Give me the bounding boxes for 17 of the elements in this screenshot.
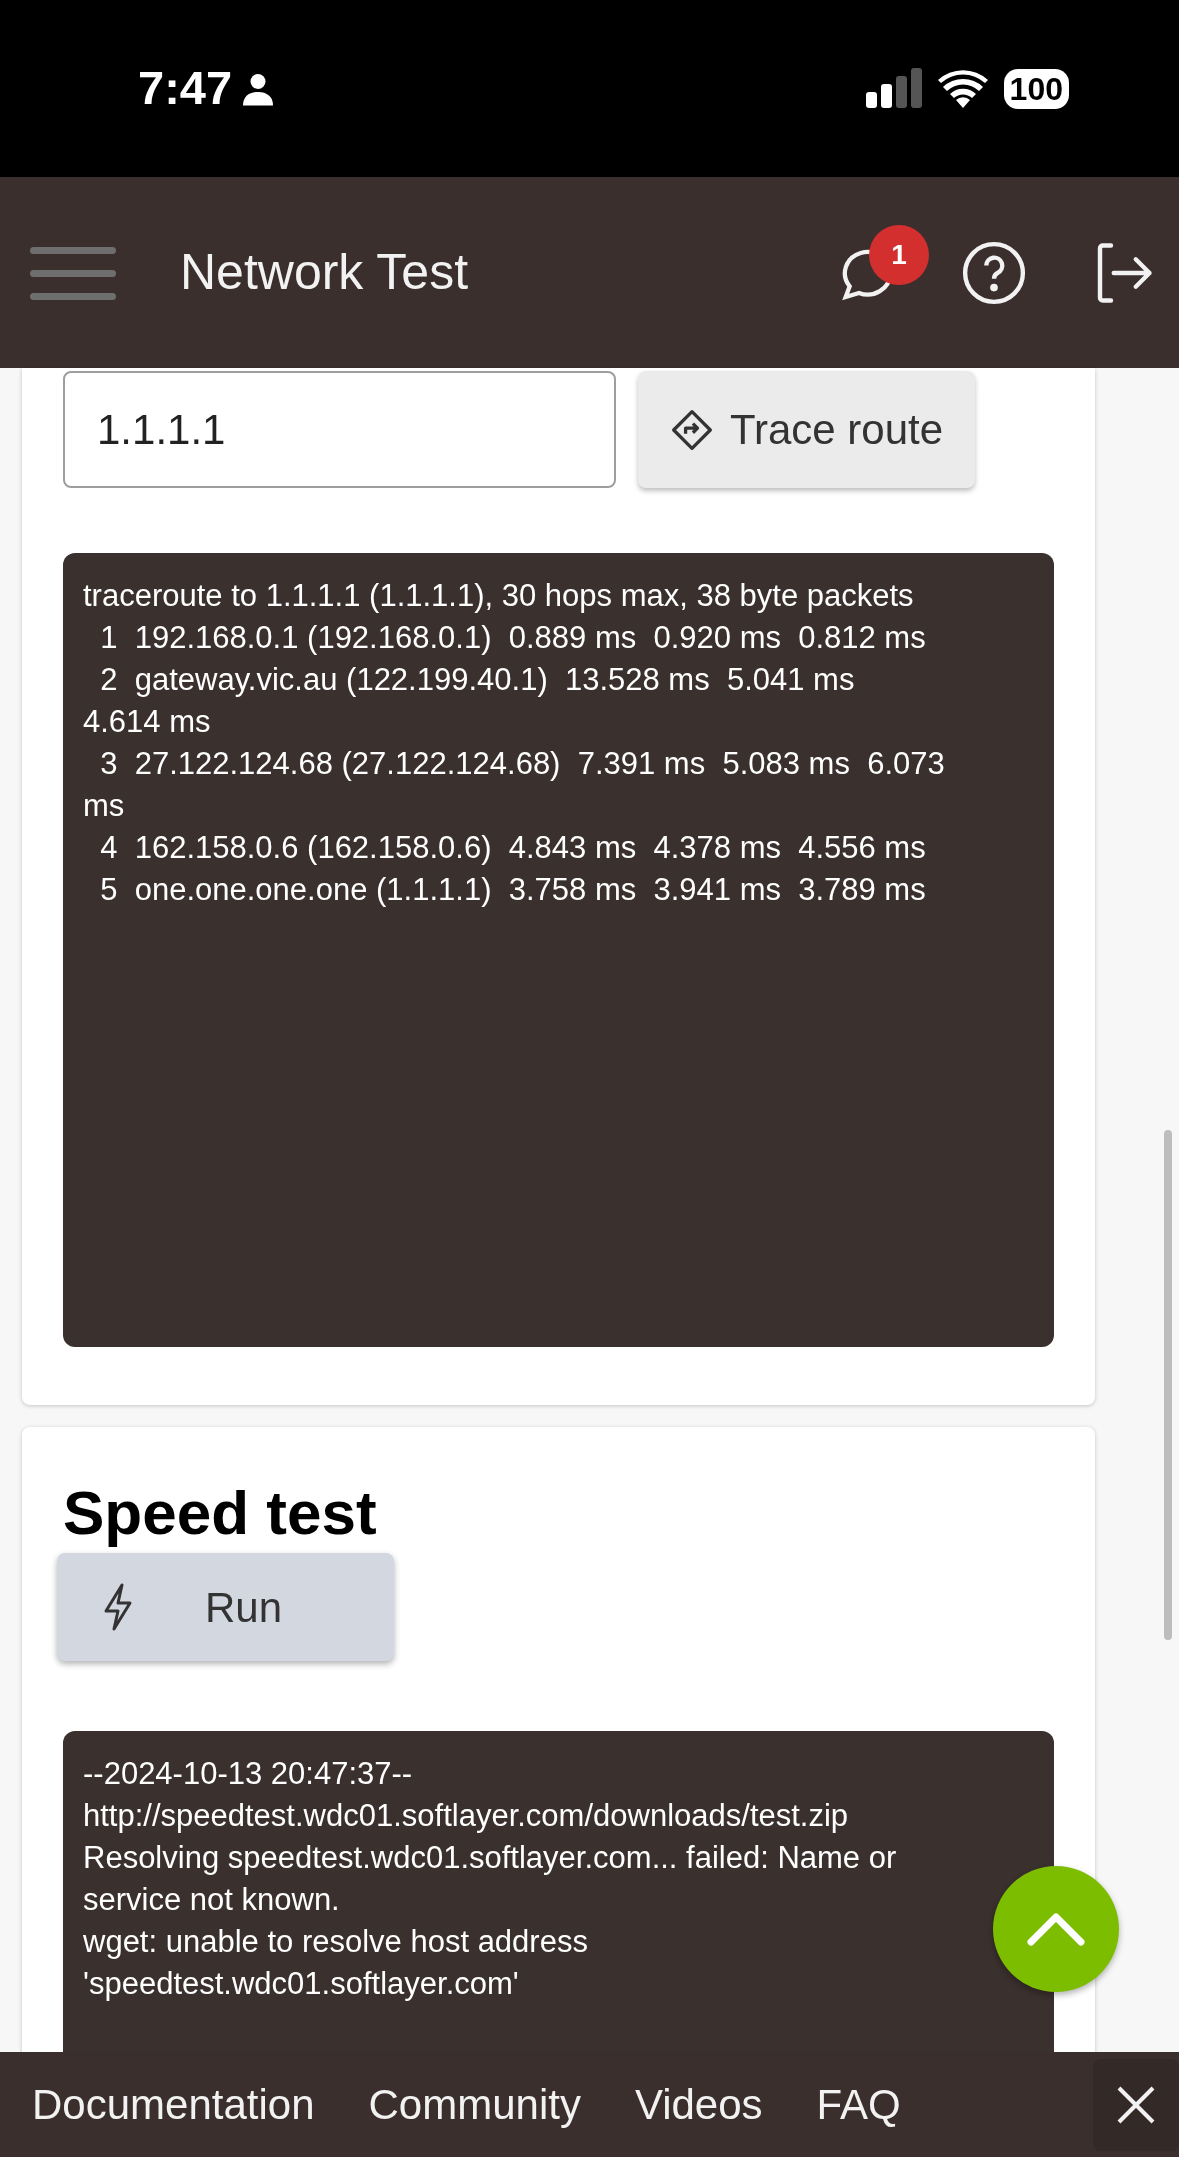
signal-icon bbox=[865, 67, 922, 110]
run-button[interactable]: Run bbox=[57, 1553, 394, 1662]
directions-icon bbox=[669, 407, 714, 452]
app-title: Network Test bbox=[180, 243, 469, 302]
help-button[interactable] bbox=[961, 239, 1027, 306]
battery-level: 100 bbox=[1003, 68, 1069, 109]
trace-route-button[interactable]: Trace route bbox=[638, 371, 975, 488]
close-icon bbox=[1116, 2084, 1156, 2125]
chat-button[interactable]: 1 bbox=[835, 224, 929, 305]
host-input[interactable]: 1.1.1.1 bbox=[63, 371, 616, 488]
wifi-icon bbox=[937, 69, 988, 108]
chevron-up-icon bbox=[1026, 1911, 1086, 1947]
section-title: Speed test bbox=[63, 1479, 378, 1548]
status-time: 7:47 bbox=[138, 60, 233, 117]
close-button[interactable] bbox=[1093, 2058, 1179, 2151]
notification-badge: 1 bbox=[869, 224, 929, 285]
traceroute-output: traceroute to 1.1.1.1 (1.1.1.1), 30 hops max, 38 byte packets 1 192.168.0.1 (192.168.0.1) 0.889 ms 0.920 ms 0.812 ms 2 gateway.vic.au (122.199.40.1) 13.528 ms 5.041 ms 4.614 ms 3 27.122.124.68 (27.122.124.68) 7.391 ms 5.083 ms 6.073 ms 4 162.158.0.6 (162.158.0.6) 4.843 ms 4.378 ms 4.556 ms 5 one.one.one.one (1.1.1.1) 3.758 ms 3.941 ms 3.789 ms bbox=[63, 553, 1054, 1347]
